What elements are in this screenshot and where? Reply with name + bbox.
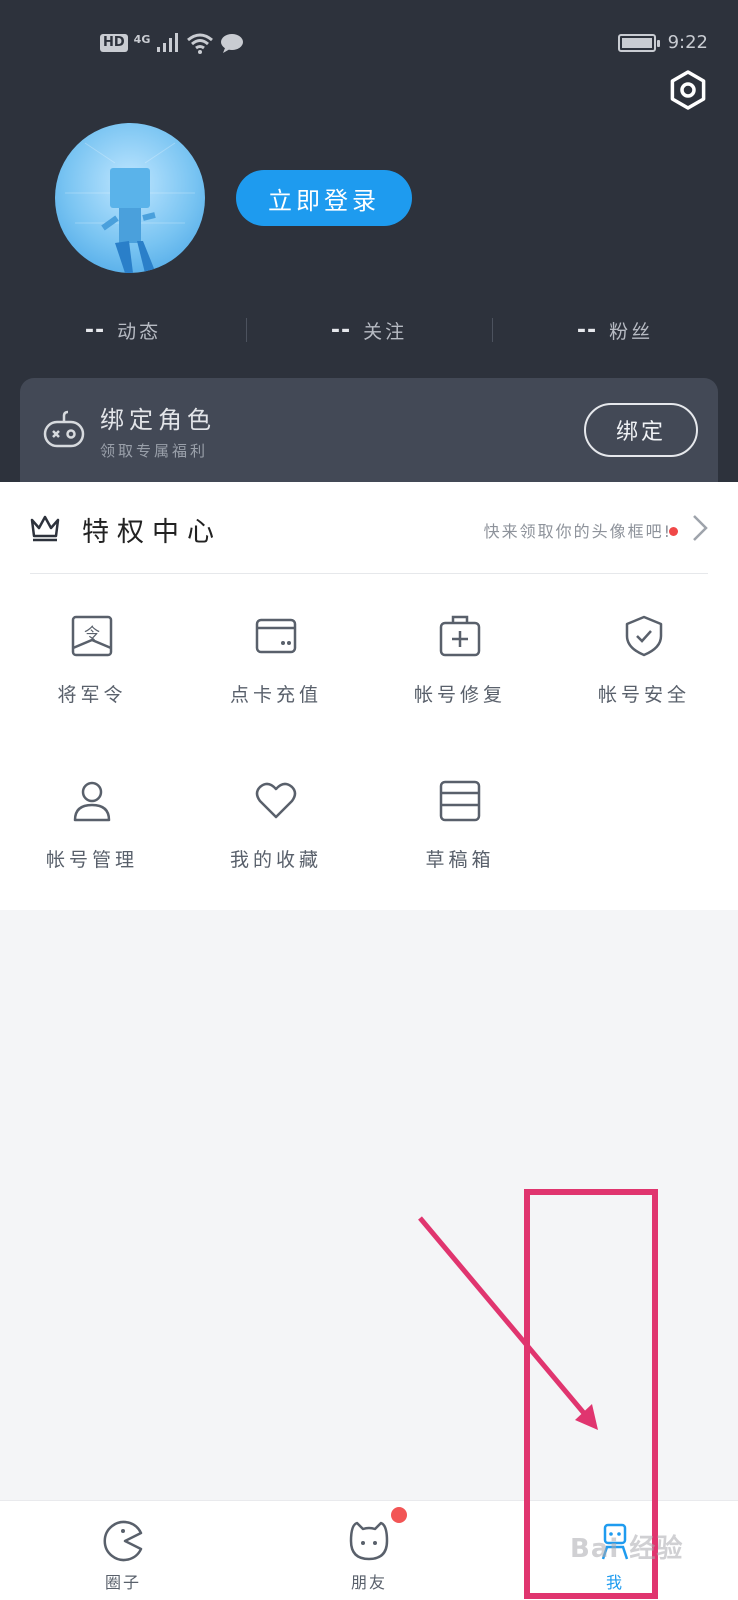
privilege-hint: 快来领取你的头像框吧! <box>483 522 672 541</box>
network-type: 4G <box>133 32 151 46</box>
card-wallet-icon <box>255 618 297 654</box>
tab-circle[interactable]: 圈子 <box>0 1501 246 1600</box>
crown-icon <box>30 515 60 542</box>
stat-posts-label: 动态 <box>117 320 162 343</box>
grid-item-label: 我的收藏 <box>229 849 322 871</box>
tab-friends[interactable]: 朋友 <box>246 1501 492 1600</box>
battery-icon <box>617 33 660 52</box>
grid-item-label: 帐号安全 <box>597 684 690 706</box>
chevron-right-icon <box>693 515 708 541</box>
login-button[interactable]: 立即登录 <box>236 170 412 226</box>
stat-posts-value: -- <box>84 317 106 343</box>
annotation-arrow <box>418 1216 590 1420</box>
profile-stats: -- 动态 -- 关注 -- 粉丝 <box>0 310 738 350</box>
friends-badge-dot <box>391 1507 407 1523</box>
stat-fans-value: -- <box>576 317 598 343</box>
status-left: HD 4G <box>100 32 244 54</box>
shield-check-icon <box>625 615 663 657</box>
stat-following-value: -- <box>330 317 352 343</box>
bind-button[interactable]: 绑定 <box>584 403 698 457</box>
wifi-icon <box>187 33 214 54</box>
grid-item-label: 点卡充值 <box>229 684 322 706</box>
grid-item-label: 帐号管理 <box>45 849 138 871</box>
smiley-face-icon <box>349 1521 389 1561</box>
grid-item-my-favorites[interactable]: 我的收藏 <box>184 739 368 889</box>
default-avatar-figure <box>65 142 195 273</box>
message-icon <box>221 34 244 53</box>
privilege-center-row[interactable]: 特权中心 快来领取你的头像框吧! <box>30 482 708 574</box>
token-card-icon: 令 <box>71 615 113 657</box>
tab-label: 我 <box>605 1573 624 1592</box>
services-panel: 特权中心 快来领取你的头像框吧! 令 将军令 点卡充值 帐号修复 帐号安全 帐号… <box>0 482 738 910</box>
stat-fans-label: 粉丝 <box>609 320 654 343</box>
watermark-text: Bai 经验 <box>570 1534 684 1564</box>
signal-icon <box>157 33 179 52</box>
svg-text:令: 令 <box>84 624 100 643</box>
grid-item-drafts[interactable]: 草稿箱 <box>368 739 552 889</box>
avatar[interactable] <box>55 123 205 273</box>
stat-following[interactable]: -- 关注 <box>246 310 492 350</box>
grid-item-account-repair[interactable]: 帐号修复 <box>368 574 552 724</box>
person-icon <box>73 781 111 822</box>
hd-indicator: HD <box>100 34 128 52</box>
stat-fans[interactable]: -- 粉丝 <box>492 310 738 350</box>
draft-box-icon <box>439 780 481 822</box>
privilege-center-title: 特权中心 <box>82 517 222 548</box>
grid-item-label: 将军令 <box>57 684 127 706</box>
grid-item-general-token[interactable]: 令 将军令 <box>0 574 184 724</box>
tab-label: 圈子 <box>104 1573 141 1592</box>
gamepad-icon <box>43 410 85 448</box>
settings-gear-icon[interactable] <box>668 70 708 110</box>
status-bar: HD 4G 9:22 <box>0 30 738 60</box>
grid-item-account-security[interactable]: 帐号安全 <box>552 574 736 724</box>
stat-posts[interactable]: -- 动态 <box>0 310 246 350</box>
bind-card-title: 绑定角色 <box>100 406 216 434</box>
grid-item-account-management[interactable]: 帐号管理 <box>0 739 184 889</box>
annotation-arrowhead <box>575 1404 598 1430</box>
heart-icon <box>255 782 297 819</box>
grid-item-card-recharge[interactable]: 点卡充值 <box>184 574 368 724</box>
bind-card-subtitle: 领取专属福利 <box>100 442 209 460</box>
bind-role-card[interactable]: 绑定角色 领取专属福利 绑定 <box>20 378 718 482</box>
notification-dot <box>669 527 678 536</box>
tab-label: 朋友 <box>350 1573 387 1592</box>
clock: 9:22 <box>667 32 708 53</box>
stat-following-label: 关注 <box>363 320 408 343</box>
grid-item-label: 帐号修复 <box>413 684 506 706</box>
profile-header: HD 4G 9:22 立即登录 -- 动态 -- 关注 -- 粉丝 绑定角色 领… <box>0 0 738 482</box>
pacman-icon <box>103 1520 143 1562</box>
status-right: 9:22 <box>617 32 708 53</box>
repair-kit-icon <box>439 615 481 657</box>
grid-item-label: 草稿箱 <box>425 849 495 871</box>
